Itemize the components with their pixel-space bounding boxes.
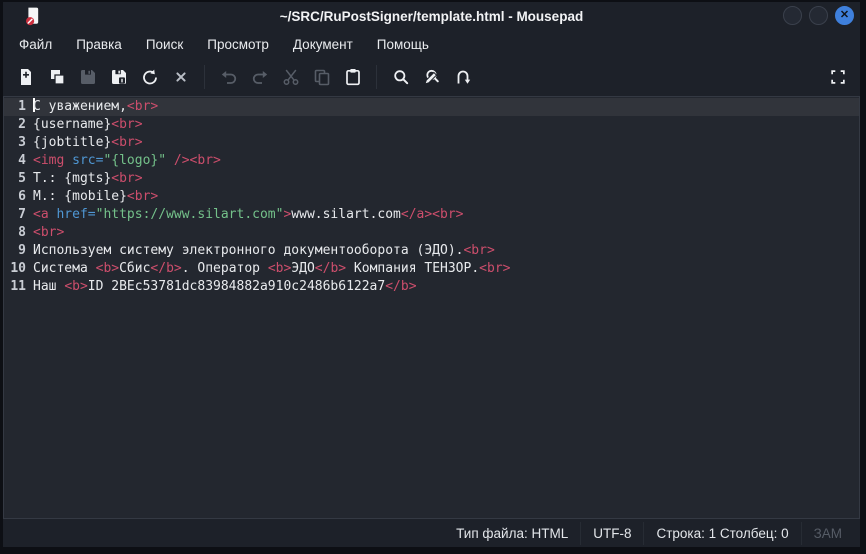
toolbar-save[interactable] [74,64,102,91]
window-controls: ✕ [783,6,854,25]
line-number: 9 [4,242,26,260]
toolbar-goto[interactable] [449,64,477,91]
filetype-status[interactable]: Тип файла: HTML [444,522,580,545]
code-text: <br> [26,224,64,242]
toolbar-find-replace[interactable] [418,64,446,91]
toolbar-copy[interactable] [308,64,336,91]
code-line[interactable]: 1С уважением,<br> [4,98,859,116]
toolbar [3,58,860,96]
toolbar-save-as[interactable] [105,64,133,91]
copy-icon [312,67,332,87]
menu-view[interactable]: Просмотр [197,33,279,56]
undo-icon [219,67,239,87]
search-replace-icon [422,67,442,87]
titlebar: ~/SRC/RuPostSigner/template.html - Mouse… [3,2,860,30]
code-text: Т.: {mgts}<br> [26,170,143,188]
code-text: Система <b>Сбис</b>. Оператор <b>ЭДО</b>… [26,260,510,278]
new-document-icon [16,67,36,87]
code-text: М.: {mobile}<br> [26,188,158,206]
code-text: {username}<br> [26,116,143,134]
toolbar-close[interactable] [167,64,195,91]
line-number: 1 [4,98,26,116]
line-number: 8 [4,224,26,242]
line-number: 7 [4,206,26,224]
redo-icon [250,67,270,87]
code-text: <img src="{logo}" /><br> [26,152,221,170]
line-number: 4 [4,152,26,170]
save-icon [78,67,98,87]
code-line[interactable]: 8<br> [4,224,859,242]
code-line[interactable]: 11Наш <b>ID 2BEc53781dc83984882a910c2486… [4,278,859,296]
statusbar: Тип файла: HTML UTF-8 Строка: 1 Столбец:… [3,519,860,547]
toolbar-open[interactable] [43,64,71,91]
encoding-status[interactable]: UTF-8 [580,522,643,545]
open-document-icon [47,67,67,87]
line-number: 2 [4,116,26,134]
code-line[interactable]: 2{username}<br> [4,116,859,134]
mousepad-icon [25,6,42,27]
code-text: {jobtitle}<br> [26,134,143,152]
toolbar-find[interactable] [387,64,415,91]
toolbar-separator [376,65,377,89]
goto-line-icon [453,67,473,87]
save-as-icon [109,67,129,87]
toolbar-cut[interactable] [277,64,305,91]
toolbar-fullscreen[interactable] [824,64,852,91]
text-editor[interactable]: 1С уважением,<br>2{username}<br>3{jobtit… [3,96,860,519]
code-area: 1С уважением,<br>2{username}<br>3{jobtit… [4,98,859,296]
code-line[interactable]: 7<a href="https://www.silart.com">www.si… [4,206,859,224]
code-line[interactable]: 3{jobtitle}<br> [4,134,859,152]
code-line[interactable]: 6М.: {mobile}<br> [4,188,859,206]
line-number: 6 [4,188,26,206]
toolbar-reload[interactable] [136,64,164,91]
menu-document[interactable]: Документ [283,33,363,56]
menu-help[interactable]: Помощь [367,33,439,56]
menu-edit[interactable]: Правка [66,33,132,56]
reload-icon [140,67,160,87]
toolbar-separator [204,65,205,89]
code-text: С уважением,<br> [26,98,158,116]
code-line[interactable]: 5Т.: {mgts}<br> [4,170,859,188]
cut-icon [281,67,301,87]
toolbar-paste[interactable] [339,64,367,91]
code-line[interactable]: 4<img src="{logo}" /><br> [4,152,859,170]
toolbar-new[interactable] [12,64,40,91]
menu-file[interactable]: Файл [9,33,62,56]
mousepad-window: ~/SRC/RuPostSigner/template.html - Mouse… [0,0,866,554]
code-line[interactable]: 10Система <b>Сбис</b>. Оператор <b>ЭДО</… [4,260,859,278]
code-text: Наш <b>ID 2BEc53781dc83984882a910c2486b6… [26,278,417,296]
menu-search[interactable]: Поиск [136,33,193,56]
code-text: <a href="https://www.silart.com">www.sil… [26,206,464,224]
line-number: 5 [4,170,26,188]
cursor-position-status[interactable]: Строка: 1 Столбец: 0 [643,522,800,545]
maximize-button[interactable] [809,6,828,25]
line-number: 11 [4,278,26,296]
line-number: 3 [4,134,26,152]
window-title: ~/SRC/RuPostSigner/template.html - Mouse… [3,9,860,24]
toolbar-redo[interactable] [246,64,274,91]
minimize-button[interactable] [783,6,802,25]
line-number: 10 [4,260,26,278]
overwrite-mode-status[interactable]: ЗАМ [801,522,854,545]
search-icon [391,67,411,87]
code-line[interactable]: 9Используем систему электронного докумен… [4,242,859,260]
close-button[interactable]: ✕ [835,6,854,25]
close-document-icon [171,67,191,87]
fullscreen-icon [829,68,847,86]
code-text: Используем систему электронного документ… [26,242,495,260]
paste-icon [343,67,363,87]
toolbar-undo[interactable] [215,64,243,91]
window-frame: ~/SRC/RuPostSigner/template.html - Mouse… [3,2,860,547]
menubar: Файл Правка Поиск Просмотр Документ Помо… [3,30,860,58]
